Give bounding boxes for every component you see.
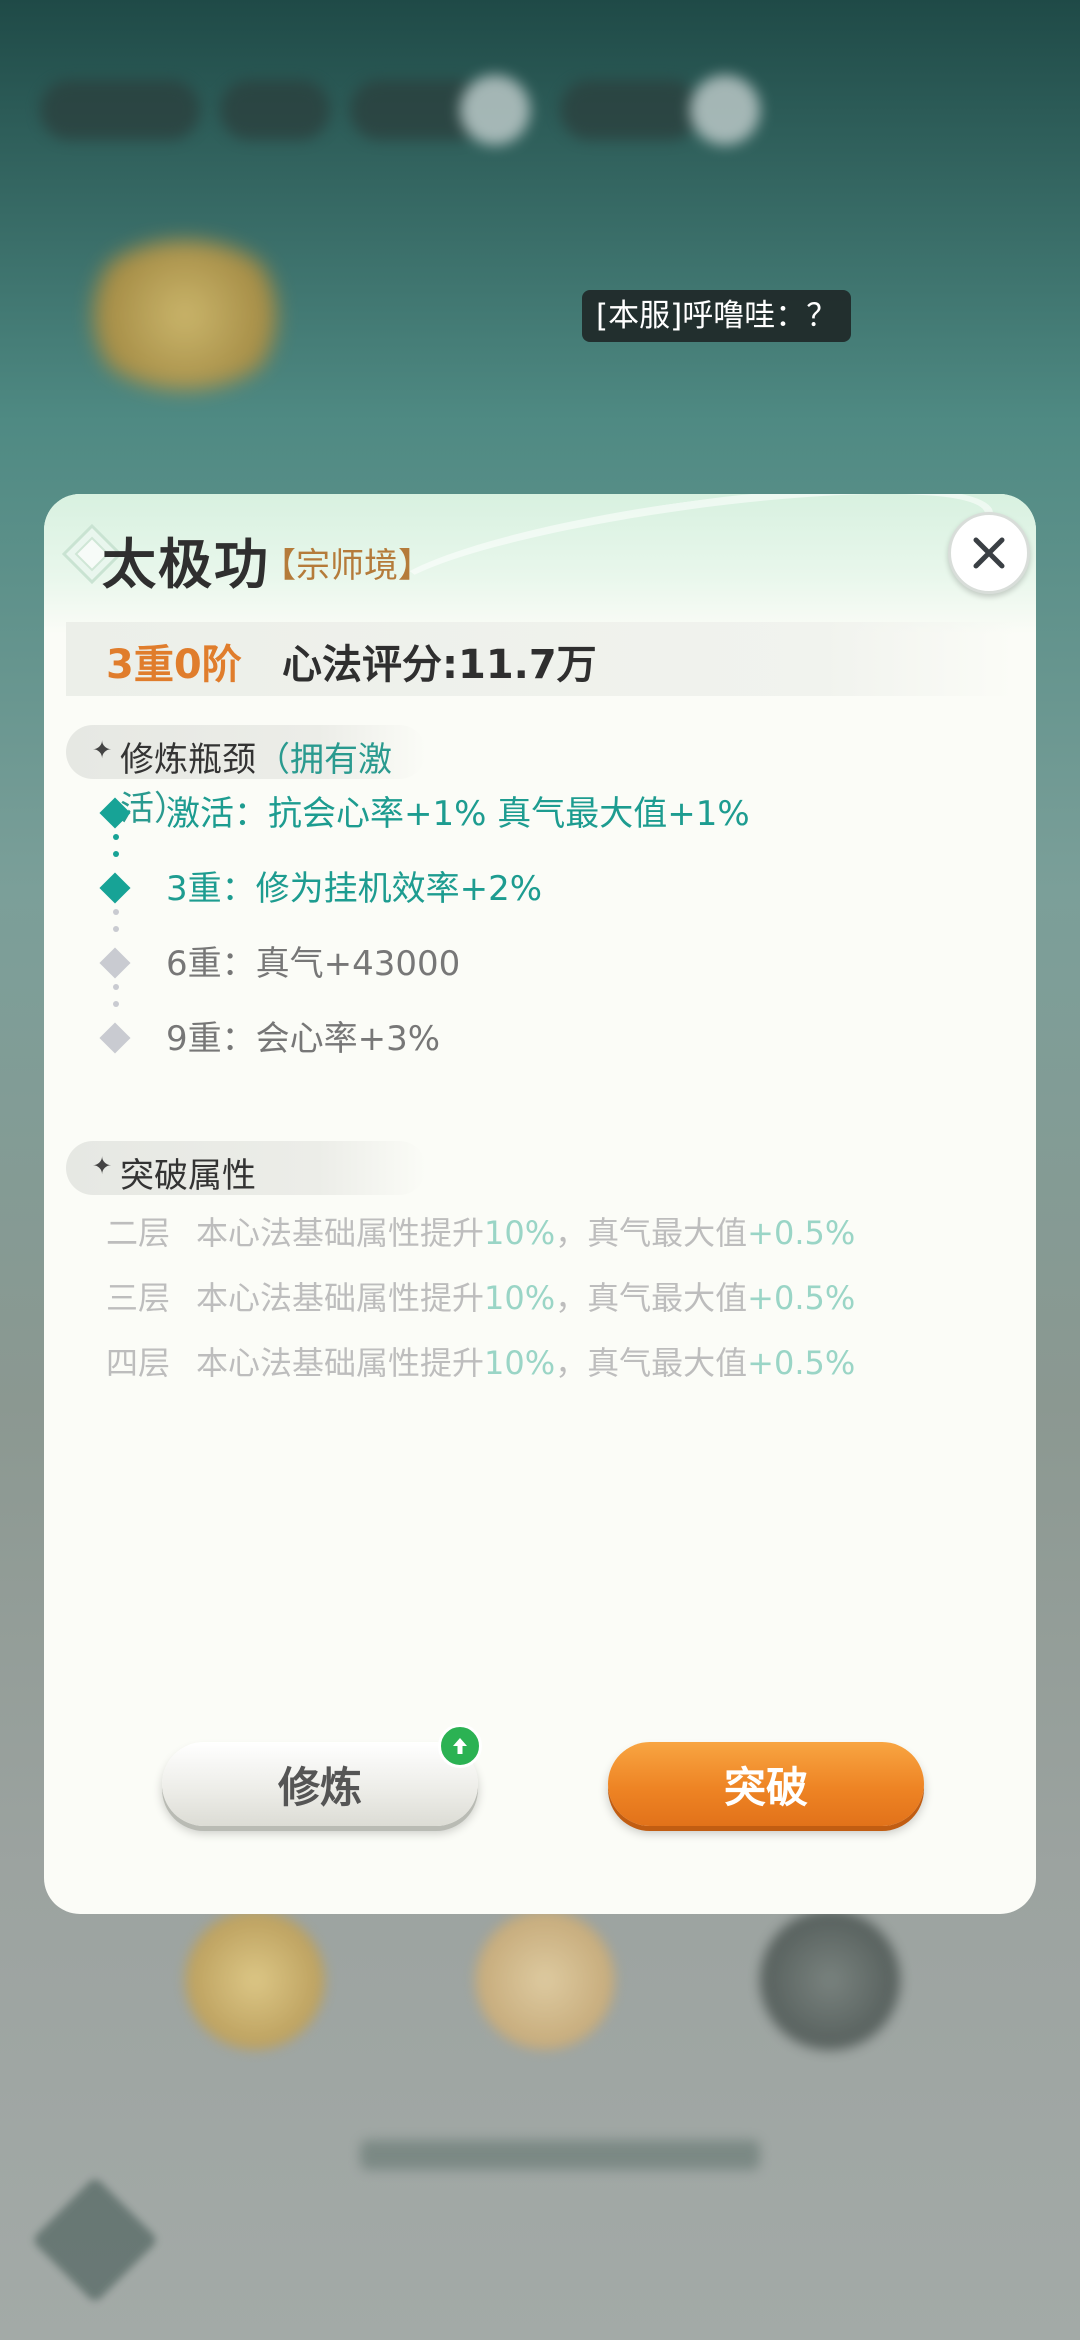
sparkle-icon: ✦ (92, 736, 113, 764)
breakthrough-button-label: 突破 (723, 1762, 808, 1812)
breakthrough-button[interactable]: 突破 (608, 1742, 924, 1826)
diamond-bullet-icon (99, 872, 131, 904)
background-avatar (80, 240, 290, 390)
arrow-up-icon (453, 1738, 467, 1754)
diamond-bullet-icon (99, 1022, 131, 1054)
section-breakthrough-header: ✦ 突破属性 (66, 1141, 426, 1196)
dialog-title: 太极功 (102, 533, 270, 596)
background-corner-icon (31, 2176, 159, 2304)
skill-level: 3重0阶 (106, 642, 242, 688)
section-breakthrough-label: 突破属性 (120, 1156, 256, 1196)
skill-score: 心法评分:11.7万 (282, 642, 597, 688)
close-button[interactable] (948, 512, 1030, 594)
chat-message: [本服]呼噜哇：？ (582, 290, 852, 342)
background-bottom-icons (40, 1900, 1040, 2170)
connector-dots (113, 909, 119, 943)
background-top-bar (40, 70, 760, 160)
connector-dots (113, 984, 119, 1018)
diamond-bullet-icon (99, 947, 131, 979)
breakthrough-row: 四层 本心法基础属性提升10%，真气最大值+0.5% (106, 1344, 856, 1382)
section-bottleneck-header: ✦ 修炼瓶颈（拥有激活） (66, 725, 426, 829)
cultivate-button[interactable]: 修炼 (162, 1742, 478, 1826)
breakthrough-row: 二层 本心法基础属性提升10%，真气最大值+0.5% (106, 1214, 856, 1252)
close-icon (973, 537, 1005, 569)
skill-dialog: 太极功 【宗师境】 3重0阶 心法评分:11.7万 ✦ 修炼瓶颈（拥有激活） 激… (44, 494, 1036, 1914)
upgrade-arrow-icon (438, 1724, 482, 1768)
breakthrough-row: 三层 本心法基础属性提升10%，真气最大值+0.5% (106, 1279, 856, 1317)
score-row: 3重0阶 心法评分:11.7万 (66, 622, 1014, 696)
sparkle-icon: ✦ (92, 1152, 113, 1180)
connector-dots (113, 834, 119, 868)
realm-tag: 【宗师境】 (262, 546, 432, 586)
section-bottleneck-label: 修炼瓶颈 (120, 740, 256, 780)
cultivate-button-label: 修炼 (277, 1762, 362, 1812)
